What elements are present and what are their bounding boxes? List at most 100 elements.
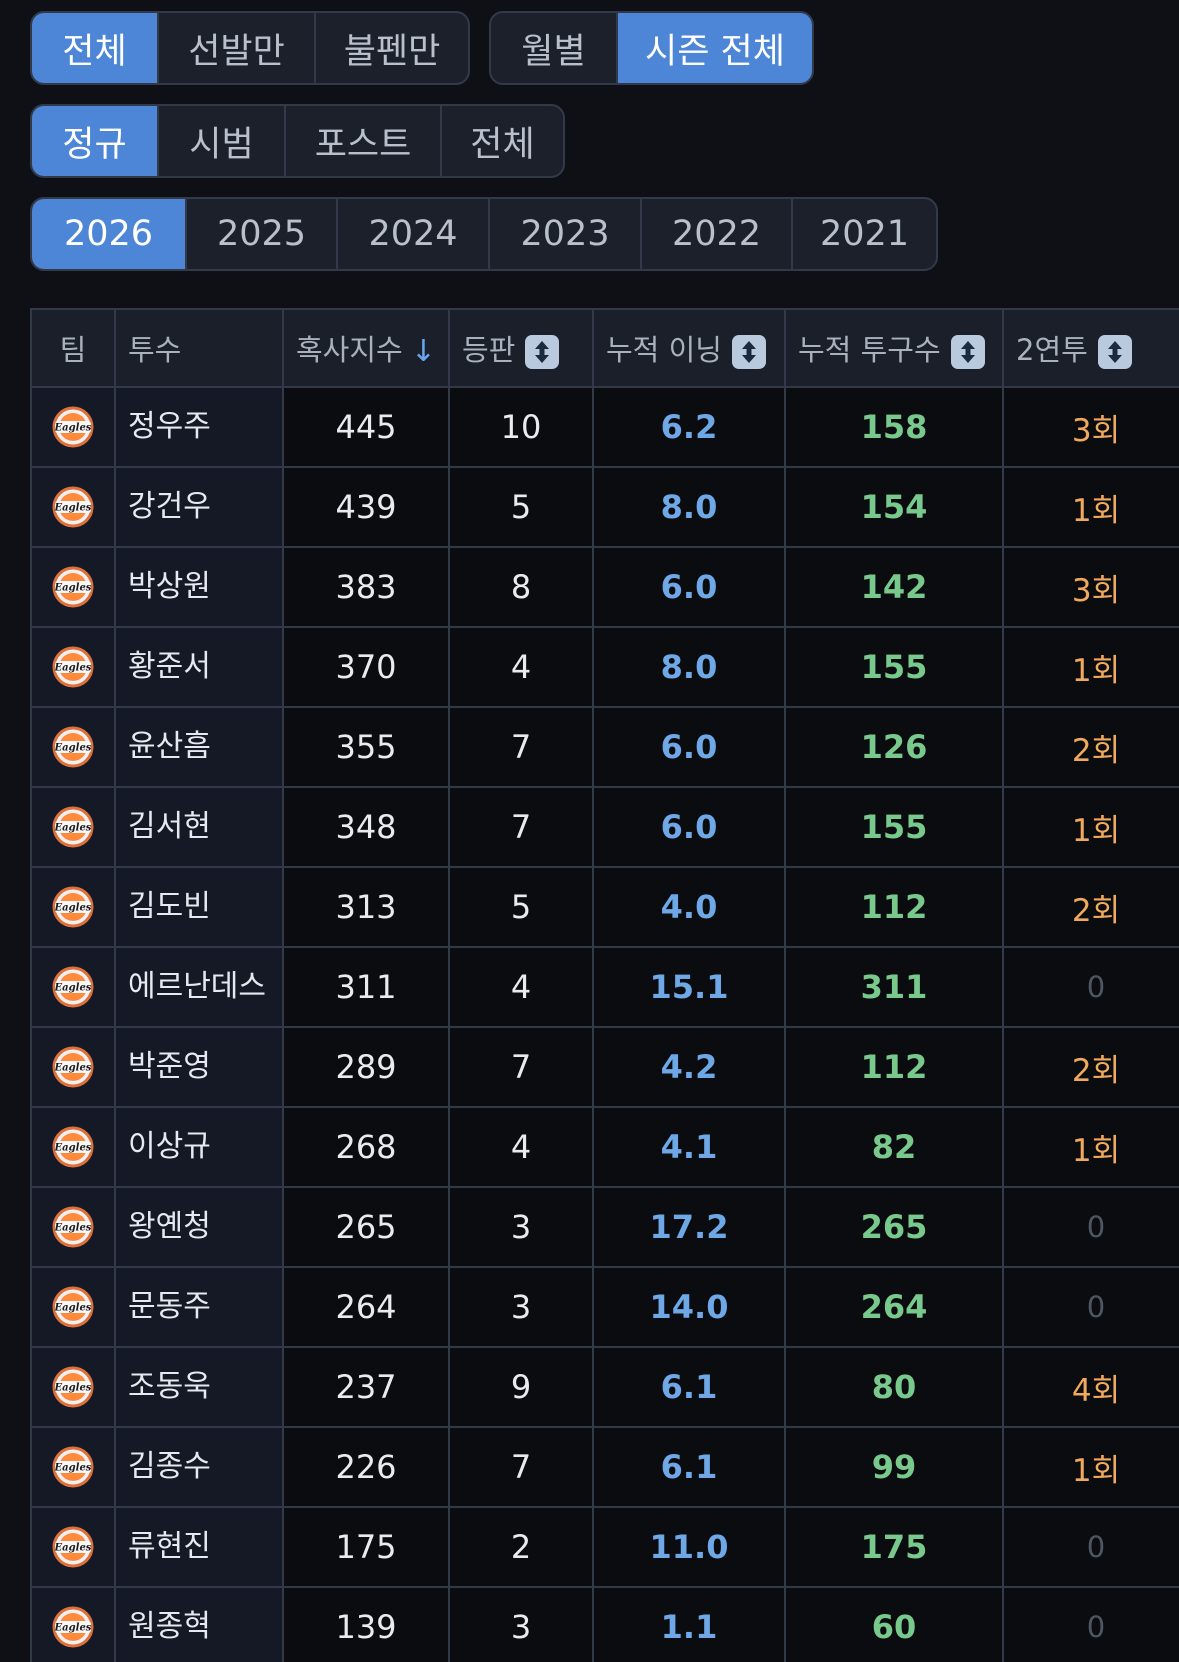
header-strain-label: 혹사지수 [296,332,403,367]
back-to-back-cell: 1회 [1002,626,1179,708]
header-innings[interactable]: 누적 이닝 [592,308,786,388]
table-row[interactable]: Eagles 에르난데스 311 4 15.1 311 0 [30,946,1179,1028]
year-2024[interactable]: 2024 [336,199,488,269]
period-filter: 월별 시즌 전체 [489,11,814,85]
header-back-to-back[interactable]: 2연투 [1002,308,1179,388]
period-filter-season[interactable]: 시즌 전체 [616,13,812,83]
eagles-logo-icon: Eagles [52,486,94,528]
strain-cell: 445 [282,386,450,468]
back-to-back-cell: 3회 [1002,386,1179,468]
role-filter-starters[interactable]: 선발만 [157,13,314,83]
pitcher-strain-table-container[interactable]: 팀 투수 혹사지수 ↓ 등판 누적 이닝 누적 투구수 2연투 Eagles 정우주… [30,308,1179,1662]
table-row[interactable]: Eagles 정우주 445 10 6.2 158 3회 [30,386,1179,468]
year-2021[interactable]: 2021 [791,199,936,269]
table-row[interactable]: Eagles 김종수 226 7 6.1 99 1회 [30,1426,1179,1508]
pitcher-name-cell: 박상원 [114,546,284,628]
game-type-preseason[interactable]: 시범 [157,106,284,176]
pitches-cell: 265 [784,1186,1004,1268]
appearances-cell: 2 [448,1506,594,1588]
eagles-logo-icon: Eagles [52,1526,94,1568]
table-row[interactable]: Eagles 원종혁 139 3 1.1 60 0 [30,1586,1179,1662]
table-row[interactable]: Eagles 김서현 348 7 6.0 155 1회 [30,786,1179,868]
strain-cell: 265 [282,1186,450,1268]
header-back-to-back-label: 2연투 [1016,333,1088,367]
innings-cell: 11.0 [592,1506,786,1588]
header-strain[interactable]: 혹사지수 ↓ [282,308,450,388]
game-type-regular[interactable]: 정규 [32,106,157,176]
strain-cell: 139 [282,1586,450,1662]
table-row[interactable]: Eagles 류현진 175 2 11.0 175 0 [30,1506,1179,1588]
header-pitches[interactable]: 누적 투구수 [784,308,1004,388]
appearances-cell: 4 [448,1106,594,1188]
appearances-cell: 5 [448,866,594,948]
sort-toggle-icon[interactable] [1097,335,1132,369]
strain-cell: 237 [282,1346,450,1428]
innings-cell: 6.1 [592,1426,786,1508]
pitches-cell: 311 [784,946,1004,1028]
pitches-cell: 142 [784,546,1004,628]
pitches-cell: 80 [784,1346,1004,1428]
year-2026[interactable]: 2026 [32,199,185,269]
eagles-logo-icon: Eagles [52,1286,94,1328]
year-2023[interactable]: 2023 [488,199,640,269]
table-body: Eagles 정우주 445 10 6.2 158 3회 Eagles 강건우 439 5 8.0 15… [30,386,1179,1662]
innings-cell: 6.0 [592,706,786,788]
table-row[interactable]: Eagles 박준영 289 7 4.2 112 2회 [30,1026,1179,1108]
eagles-logo-icon: Eagles [52,1126,94,1168]
svg-text:Eagles: Eagles [54,1303,92,1314]
year-2025[interactable]: 2025 [185,199,336,269]
innings-cell: 6.0 [592,786,786,868]
innings-cell: 17.2 [592,1186,786,1268]
pitches-cell: 264 [784,1266,1004,1348]
table-row[interactable]: Eagles 왕옌청 265 3 17.2 265 0 [30,1186,1179,1268]
arrow-down-icon[interactable]: ↓ [411,334,436,369]
header-appearances-label: 등판 [462,333,516,367]
role-filter-all[interactable]: 전체 [32,13,157,83]
pitcher-strain-table: 팀 투수 혹사지수 ↓ 등판 누적 이닝 누적 투구수 2연투 Eagles 정우주… [30,308,1179,1662]
strain-cell: 311 [282,946,450,1028]
appearances-cell: 10 [448,386,594,468]
eagles-logo-icon: Eagles [52,406,94,448]
table-row[interactable]: Eagles 강건우 439 5 8.0 154 1회 [30,466,1179,548]
table-row[interactable]: Eagles 김도빈 313 5 4.0 112 2회 [30,866,1179,948]
appearances-cell: 4 [448,626,594,708]
pitches-cell: 154 [784,466,1004,548]
svg-text:Eagles: Eagles [54,1543,92,1554]
header-pitcher-label: 투수 [128,333,182,367]
svg-text:Eagles: Eagles [54,583,92,594]
pitcher-name-cell: 황준서 [114,626,284,708]
table-row[interactable]: Eagles 황준서 370 4 8.0 155 1회 [30,626,1179,708]
pitcher-name-cell: 에르난데스 [114,946,284,1028]
pitcher-name-cell: 원종혁 [114,1586,284,1662]
game-type-postseason[interactable]: 포스트 [284,106,440,176]
table-row[interactable]: Eagles 문동주 264 3 14.0 264 0 [30,1266,1179,1348]
pitches-cell: 158 [784,386,1004,468]
strain-cell: 348 [282,786,450,868]
team-cell: Eagles [30,1026,116,1108]
table-row[interactable]: Eagles 윤산흠 355 7 6.0 126 2회 [30,706,1179,788]
period-filter-monthly[interactable]: 월별 [491,13,616,83]
strain-cell: 289 [282,1026,450,1108]
table-row[interactable]: Eagles 조동욱 237 9 6.1 80 4회 [30,1346,1179,1428]
sort-toggle-icon[interactable] [731,335,766,369]
sort-toggle-icon[interactable] [950,335,985,369]
header-appearances[interactable]: 등판 [448,308,594,388]
eagles-logo-icon: Eagles [52,966,94,1008]
strain-cell: 313 [282,866,450,948]
header-team-label: 팀 [59,333,87,367]
pitches-cell: 82 [784,1106,1004,1188]
appearances-cell: 8 [448,546,594,628]
table-row[interactable]: Eagles 이상규 268 4 4.1 82 1회 [30,1106,1179,1188]
year-2022[interactable]: 2022 [640,199,791,269]
game-type-all[interactable]: 전체 [440,106,563,176]
team-cell: Eagles [30,386,116,468]
svg-text:Eagles: Eagles [54,423,92,434]
sort-toggle-icon[interactable] [525,335,560,369]
eagles-logo-icon: Eagles [52,1366,94,1408]
svg-text:Eagles: Eagles [54,1063,92,1074]
back-to-back-cell: 0 [1002,1506,1179,1588]
eagles-logo-icon: Eagles [52,646,94,688]
table-row[interactable]: Eagles 박상원 383 8 6.0 142 3회 [30,546,1179,628]
role-filter-bullpen[interactable]: 불펜만 [314,13,468,83]
pitcher-name-cell: 류현진 [114,1506,284,1588]
